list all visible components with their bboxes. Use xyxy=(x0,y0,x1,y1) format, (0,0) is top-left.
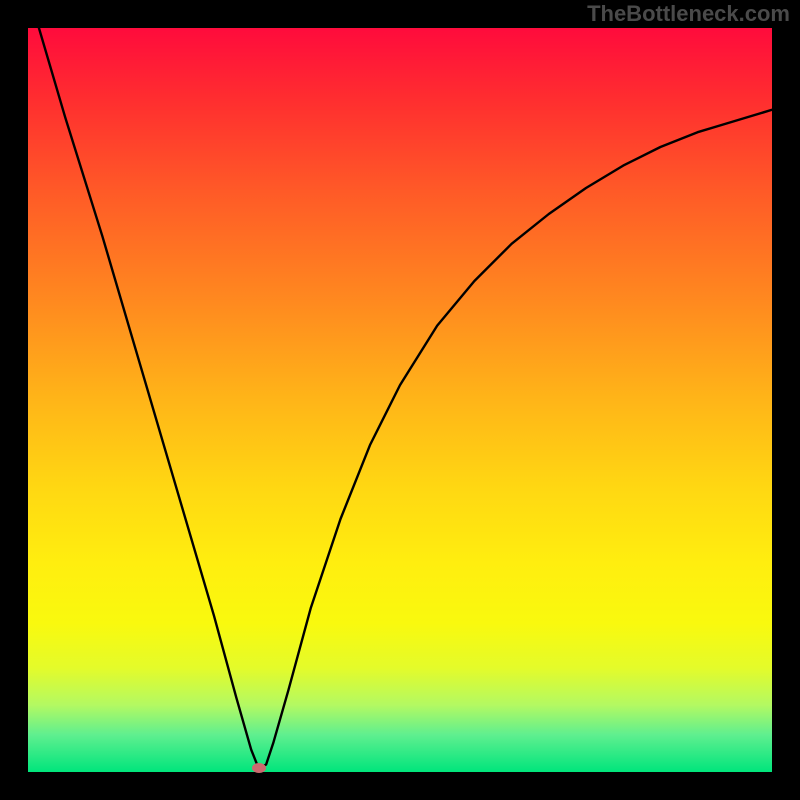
bottleneck-curve xyxy=(28,28,772,768)
chart-frame: TheBottleneck.com xyxy=(0,0,800,800)
curve-svg xyxy=(28,28,772,772)
minimum-marker xyxy=(252,763,266,773)
watermark-text: TheBottleneck.com xyxy=(587,0,790,28)
plot-area xyxy=(28,28,772,772)
